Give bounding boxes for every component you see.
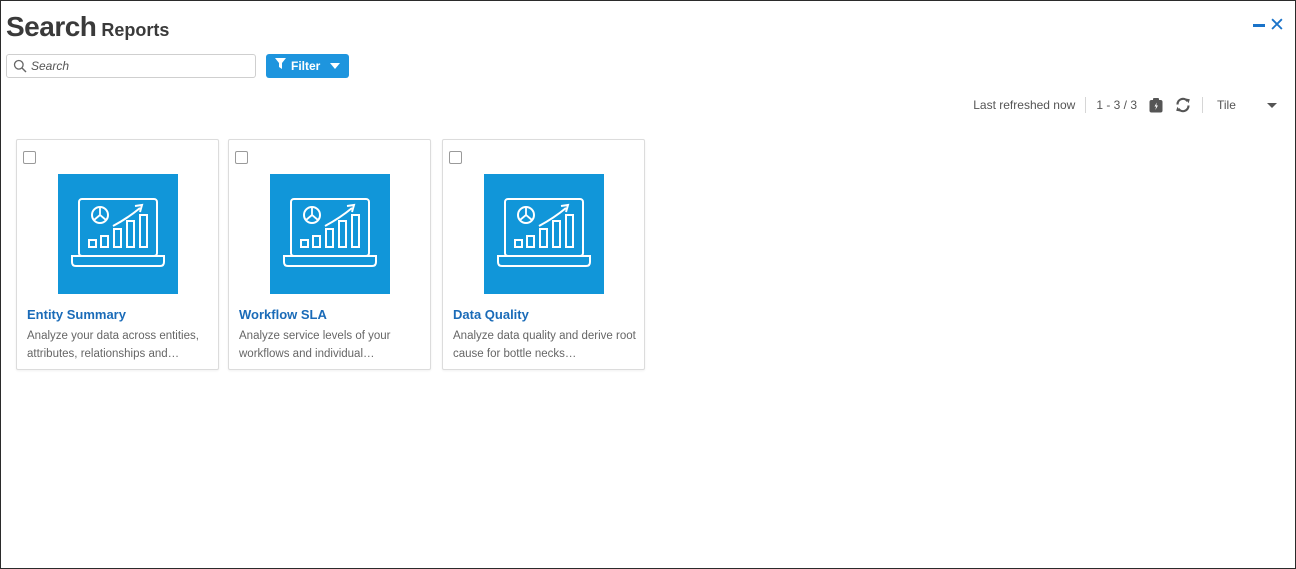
tile-title[interactable]: Data Quality bbox=[453, 307, 529, 322]
clipboard-icon[interactable] bbox=[1147, 96, 1165, 114]
toolbar-divider bbox=[1202, 97, 1203, 113]
results-toolbar: Last refreshed now 1 - 3 / 3 Tile bbox=[973, 95, 1277, 115]
analytics-laptop-icon bbox=[484, 174, 604, 294]
tile-checkbox[interactable] bbox=[235, 151, 248, 164]
window-controls: ✕ bbox=[1253, 16, 1285, 35]
report-tile[interactable]: Entity Summary Analyze your data across … bbox=[16, 139, 219, 370]
last-refreshed-text: Last refreshed now bbox=[973, 98, 1076, 112]
minimize-button[interactable] bbox=[1253, 18, 1265, 32]
report-tile[interactable]: Workflow SLA Analyze service levels of y… bbox=[228, 139, 431, 370]
page-header: Search Reports bbox=[6, 11, 169, 43]
search-input[interactable] bbox=[31, 59, 251, 73]
tile-title[interactable]: Workflow SLA bbox=[239, 307, 327, 322]
view-mode-value: Tile bbox=[1217, 98, 1236, 112]
page-title: Search bbox=[6, 11, 97, 42]
refresh-icon[interactable] bbox=[1174, 96, 1192, 114]
close-icon: ✕ bbox=[1269, 15, 1285, 36]
filter-button-label: Filter bbox=[291, 59, 321, 73]
result-range-text: 1 - 3 / 3 bbox=[1096, 98, 1137, 112]
page-subtitle: Reports bbox=[101, 20, 170, 40]
search-reports-panel: Search Reports ✕ Filter Last refreshed n… bbox=[0, 0, 1296, 569]
tile-description: Analyze data quality and derive root cau… bbox=[453, 330, 636, 360]
tile-checkbox[interactable] bbox=[23, 151, 36, 164]
chevron-down-icon bbox=[330, 63, 341, 69]
filter-funnel-icon bbox=[275, 57, 286, 75]
report-tiles: Entity Summary Analyze your data across … bbox=[16, 139, 654, 370]
search-icon bbox=[13, 59, 27, 73]
close-button[interactable]: ✕ bbox=[1269, 16, 1285, 35]
chevron-down-icon bbox=[1267, 102, 1277, 108]
toolbar-divider bbox=[1085, 97, 1087, 113]
view-mode-select[interactable]: Tile bbox=[1217, 98, 1277, 112]
analytics-laptop-icon bbox=[58, 174, 178, 294]
report-tile[interactable]: Data Quality Analyze data quality and de… bbox=[442, 139, 645, 370]
tile-description: Analyze service levels of your workflows… bbox=[239, 330, 391, 360]
analytics-laptop-icon bbox=[270, 174, 390, 294]
minimize-icon bbox=[1253, 24, 1265, 27]
filter-button[interactable]: Filter bbox=[266, 54, 349, 78]
search-field[interactable] bbox=[6, 54, 256, 78]
tile-checkbox[interactable] bbox=[449, 151, 462, 164]
tile-description: Analyze your data across entities, attri… bbox=[27, 330, 199, 360]
tile-title[interactable]: Entity Summary bbox=[27, 307, 126, 322]
